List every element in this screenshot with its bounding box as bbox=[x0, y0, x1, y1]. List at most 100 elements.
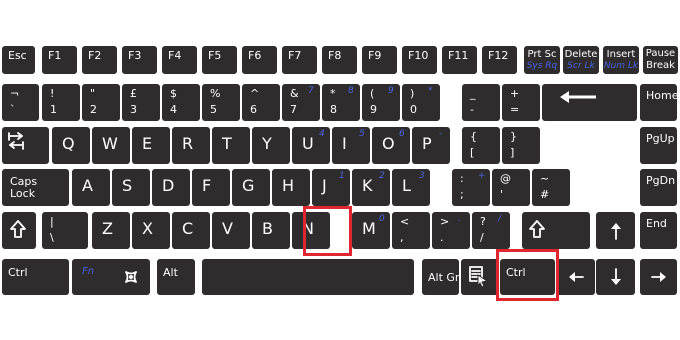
key-backslash[interactable]: | \ bbox=[42, 212, 88, 249]
key-semicolon[interactable]: :; + bbox=[452, 169, 490, 206]
key-shift-label: } bbox=[510, 130, 517, 143]
key-u[interactable]: U4 bbox=[292, 127, 330, 164]
key-f8[interactable]: F8 bbox=[322, 46, 357, 74]
key-f2[interactable]: F2 bbox=[82, 46, 117, 74]
key-j[interactable]: J1 bbox=[312, 169, 350, 206]
key-w[interactable]: W bbox=[92, 127, 130, 164]
key-winkey[interactable] bbox=[112, 259, 150, 295]
key-h[interactable]: H bbox=[272, 169, 310, 206]
tab-arrows-icon bbox=[8, 132, 24, 150]
key-p[interactable]: P- bbox=[412, 127, 450, 164]
key-f6[interactable]: F6 bbox=[242, 46, 277, 74]
key-l[interactable]: L3 bbox=[392, 169, 430, 206]
key-c[interactable]: C bbox=[172, 212, 210, 249]
key-f4[interactable]: F4 bbox=[162, 46, 197, 74]
key-right[interactable] bbox=[640, 259, 677, 295]
key-r[interactable]: R bbox=[172, 127, 210, 164]
key-d[interactable]: D bbox=[152, 169, 190, 206]
key-shift-label: & bbox=[290, 87, 299, 100]
key-rbracket[interactable]: }] bbox=[502, 127, 540, 164]
key-3[interactable]: £3 bbox=[122, 84, 160, 121]
key-left[interactable] bbox=[556, 259, 595, 295]
key-v[interactable]: V bbox=[212, 212, 250, 249]
key-f1[interactable]: F1 bbox=[42, 46, 77, 74]
key-equals[interactable]: + = bbox=[502, 84, 540, 121]
key-quote[interactable]: @ ' bbox=[492, 169, 530, 206]
backspace-arrow-icon bbox=[560, 91, 596, 103]
key-6[interactable]: ^ 6 bbox=[242, 84, 280, 121]
key-b[interactable]: B bbox=[252, 212, 290, 249]
key-label: B bbox=[262, 219, 273, 238]
key-f11[interactable]: F11 bbox=[442, 46, 477, 74]
key-space[interactable] bbox=[202, 259, 414, 295]
key-y[interactable]: Y bbox=[252, 127, 290, 164]
key-f9[interactable]: F9 bbox=[362, 46, 397, 74]
key-4[interactable]: $4 bbox=[162, 84, 200, 121]
key-altgr[interactable]: Alt Gr bbox=[422, 259, 459, 295]
key-e[interactable]: E bbox=[132, 127, 170, 164]
key-alt[interactable]: Alt bbox=[157, 259, 195, 295]
key-0[interactable]: ) 0 * bbox=[402, 84, 440, 121]
key-prtsc[interactable]: Prt Sc Sys Rq bbox=[524, 46, 560, 74]
key-o[interactable]: O6 bbox=[372, 127, 410, 164]
key-lshift[interactable] bbox=[2, 212, 36, 249]
key-label: ` bbox=[10, 103, 16, 116]
key-rctrl[interactable]: Ctrl bbox=[500, 259, 555, 295]
key-pgup[interactable]: PgUp bbox=[640, 127, 677, 164]
key-7[interactable]: & 7 7 bbox=[282, 84, 320, 121]
key-up[interactable] bbox=[596, 212, 635, 249]
key-tab[interactable] bbox=[2, 127, 49, 164]
key-pgdn[interactable]: PgDn bbox=[640, 169, 677, 206]
key-f5[interactable]: F5 bbox=[202, 46, 237, 74]
key-f3[interactable]: F3 bbox=[122, 46, 157, 74]
key-lbracket[interactable]: {[ bbox=[462, 127, 500, 164]
key-5[interactable]: % 5 bbox=[202, 84, 240, 121]
key-caps[interactable]: Caps Lock bbox=[2, 169, 69, 206]
key-label: \ bbox=[50, 231, 54, 244]
key-m[interactable]: M0 bbox=[352, 212, 390, 249]
key-lctrl[interactable]: Ctrl bbox=[2, 259, 69, 295]
key-esc[interactable]: Esc bbox=[2, 46, 35, 74]
key-insert[interactable]: Insert Num Lk bbox=[603, 46, 639, 74]
key-f12[interactable]: F12 bbox=[482, 46, 517, 74]
key-delete[interactable]: Delete Scr Lk bbox=[563, 46, 599, 74]
key-i[interactable]: I5 bbox=[332, 127, 370, 164]
key-1[interactable]: ! 1 bbox=[42, 84, 80, 121]
key-f7[interactable]: F7 bbox=[282, 46, 317, 74]
key-a[interactable]: A bbox=[72, 169, 110, 206]
key-z[interactable]: Z bbox=[92, 212, 130, 249]
key-k[interactable]: K2 bbox=[352, 169, 390, 206]
key-comma[interactable]: <, bbox=[392, 212, 430, 249]
key-2[interactable]: " 2 bbox=[82, 84, 120, 121]
key-g[interactable]: G bbox=[232, 169, 270, 206]
key-8[interactable]: * 8 8 bbox=[322, 84, 360, 121]
key-q[interactable]: Q bbox=[52, 127, 90, 164]
key-label: F5 bbox=[208, 49, 222, 62]
key-pause[interactable]: Pause Break bbox=[643, 46, 678, 74]
key-label: O bbox=[382, 134, 395, 153]
key-minus[interactable]: _ - bbox=[462, 84, 500, 121]
key-s[interactable]: S bbox=[112, 169, 150, 206]
key-period[interactable]: >.. bbox=[432, 212, 470, 249]
key-down[interactable] bbox=[596, 259, 635, 295]
key-label: Y bbox=[262, 134, 272, 153]
key-label: # bbox=[540, 188, 550, 201]
key-shift-label: $ bbox=[170, 87, 177, 100]
key-n[interactable]: N bbox=[292, 212, 330, 249]
key-menu[interactable] bbox=[461, 259, 499, 295]
key-label: PgUp bbox=[646, 132, 675, 145]
key-end[interactable]: End bbox=[640, 212, 677, 249]
key-t[interactable]: T bbox=[212, 127, 250, 164]
key-x[interactable]: X bbox=[132, 212, 170, 249]
key-backspace[interactable] bbox=[542, 84, 637, 121]
key-home[interactable]: Home bbox=[640, 84, 677, 121]
key-slash[interactable]: ? / / bbox=[472, 212, 510, 249]
key-9[interactable]: (9 9 bbox=[362, 84, 400, 121]
key-hash[interactable]: ~ # bbox=[532, 169, 570, 206]
key-f[interactable]: F bbox=[192, 169, 230, 206]
key-label: U bbox=[302, 134, 314, 153]
key-label: = bbox=[510, 103, 520, 116]
key-rshift[interactable] bbox=[522, 212, 590, 249]
key-backquote[interactable]: ¬ ` bbox=[2, 84, 39, 121]
key-f10[interactable]: F10 bbox=[402, 46, 437, 74]
